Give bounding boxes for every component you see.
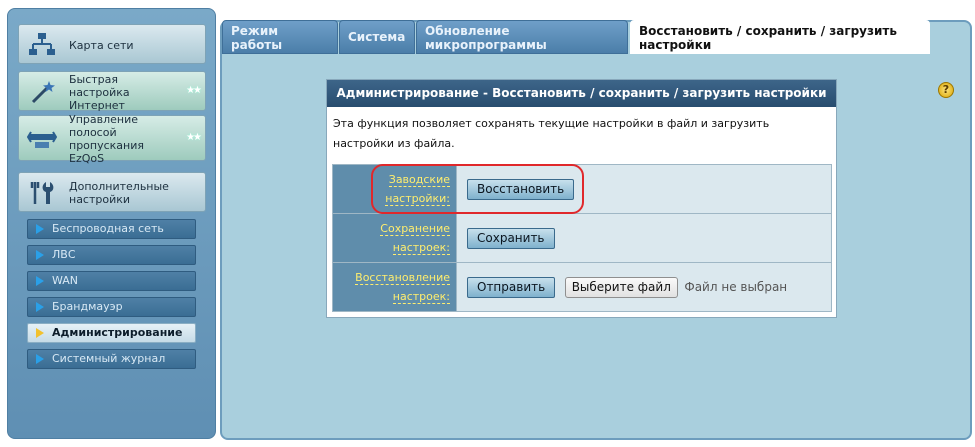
sidebar-item-label: Дополнительные настройки bbox=[69, 180, 169, 206]
sidebar-subitem-label: Беспроводная сеть bbox=[52, 222, 164, 235]
upload-button[interactable]: Отправить bbox=[467, 276, 556, 298]
arrow-right-icon bbox=[36, 302, 44, 312]
tab-operation-mode[interactable]: Режим работы bbox=[222, 20, 338, 54]
sidebar-subitem-label: WAN bbox=[52, 274, 79, 287]
row-label-cell: Восстановление настроек: bbox=[332, 262, 457, 312]
file-status-text: Файл не выбран bbox=[684, 280, 788, 294]
restore-settings-label[interactable]: Восстановление настроек: bbox=[355, 271, 450, 304]
sidebar-item-advanced[interactable]: Дополнительные настройки bbox=[18, 172, 206, 212]
sidebar-subitem-label: ЛВС bbox=[52, 248, 76, 261]
sidebar-subitem-wan[interactable]: WAN bbox=[27, 271, 196, 291]
sidebar-item-label: Управление полосой пропускания EzQoS bbox=[69, 113, 144, 165]
sidebar-item-label: Быстрая настройка Интернет bbox=[69, 72, 130, 112]
arrow-right-icon bbox=[36, 328, 44, 338]
sidebar-subitem-lan[interactable]: ЛВС bbox=[27, 245, 196, 265]
network-map-icon bbox=[27, 31, 57, 59]
tab-label: Восстановить / сохранить / загрузить нас… bbox=[639, 24, 897, 52]
sidebar-subitem-administration[interactable]: Администрирование bbox=[27, 323, 196, 343]
tab-firmware-upgrade[interactable]: Обновление микропрограммы bbox=[416, 20, 628, 54]
sidebar-item-ezqos[interactable]: Управление полосой пропускания EzQoS ★★ bbox=[18, 113, 206, 165]
highlight-annotation bbox=[371, 164, 584, 214]
row-action-cell: Сохранить bbox=[456, 213, 832, 263]
table-row: Восстановление настроек: Отправить Выбер… bbox=[332, 262, 832, 312]
bandwidth-icon bbox=[26, 122, 58, 150]
table-row: Сохранение настроек: Сохранить bbox=[332, 213, 832, 263]
arrow-right-icon bbox=[36, 354, 44, 364]
magic-wand-icon bbox=[27, 78, 57, 106]
save-settings-label[interactable]: Сохранение настроек: bbox=[380, 222, 450, 255]
arrow-right-icon bbox=[36, 276, 44, 286]
save-button[interactable]: Сохранить bbox=[467, 227, 555, 249]
sidebar-subitem-firewall[interactable]: Брандмауэр bbox=[27, 297, 196, 317]
sidebar-subitem-label: Брандмауэр bbox=[52, 300, 123, 313]
arrow-right-icon bbox=[36, 224, 44, 234]
sidebar-subitem-system-log[interactable]: Системный журнал bbox=[27, 349, 196, 369]
help-icon[interactable]: ? bbox=[938, 82, 954, 98]
star-icon: ★★ bbox=[186, 132, 202, 143]
card-title: Администрирование - Восстановить / сохра… bbox=[327, 80, 836, 107]
tools-icon bbox=[27, 179, 57, 207]
sidebar-item-quick-setup[interactable]: Быстрая настройка Интернет ★★ bbox=[18, 71, 206, 112]
choose-file-button[interactable]: Выберите файл bbox=[564, 276, 678, 298]
row-label-cell: Сохранение настроек: bbox=[332, 213, 457, 263]
star-icon: ★★ bbox=[186, 85, 202, 96]
sidebar-subitem-label: Системный журнал bbox=[52, 352, 166, 365]
tab-label: Режим работы bbox=[231, 24, 283, 52]
sidebar: Карта сети Быстрая настройка Интернет ★★… bbox=[7, 8, 216, 439]
tab-system[interactable]: Система bbox=[339, 20, 415, 54]
card-description: Эта функция позволяет сохранять текущие … bbox=[333, 117, 770, 150]
sidebar-subitem-label: Администрирование bbox=[52, 326, 183, 339]
row-action-cell: Отправить Выберите файл Файл не выбран bbox=[456, 262, 832, 312]
tab-label: Система bbox=[348, 30, 406, 44]
sidebar-subitem-wireless[interactable]: Беспроводная сеть bbox=[27, 219, 196, 239]
sidebar-item-label: Карта сети bbox=[69, 38, 134, 52]
tab-label: Обновление микропрограммы bbox=[425, 24, 547, 52]
arrow-right-icon bbox=[36, 250, 44, 260]
tab-restore-save-upload[interactable]: Восстановить / сохранить / загрузить нас… bbox=[630, 20, 930, 54]
sidebar-item-network-map[interactable]: Карта сети bbox=[18, 24, 206, 64]
